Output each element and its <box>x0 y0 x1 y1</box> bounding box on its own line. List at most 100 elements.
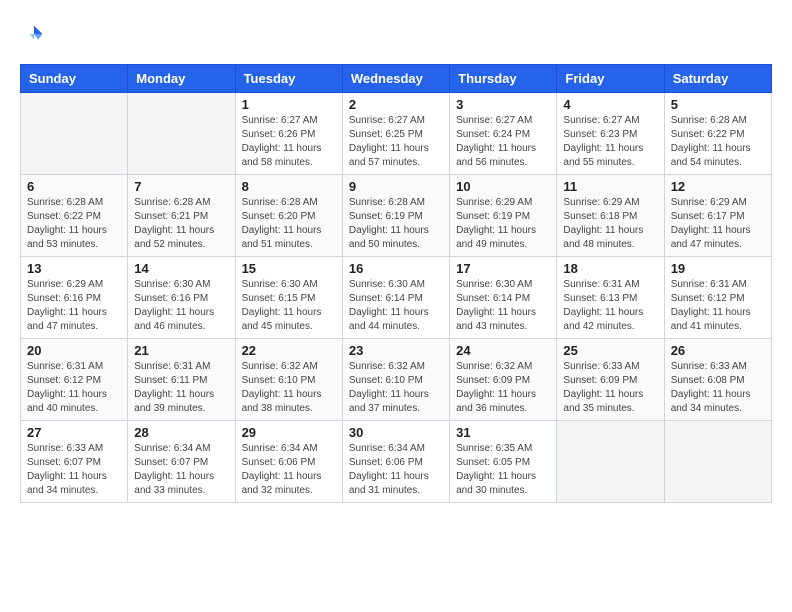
calendar-cell: 4 Sunrise: 6:27 AMSunset: 6:23 PMDaylight… <box>557 93 664 175</box>
day-number: 28 <box>134 425 228 440</box>
cell-content: Sunrise: 6:31 AMSunset: 6:13 PMDaylight:… <box>563 278 657 334</box>
cell-content: Sunrise: 6:31 AMSunset: 6:12 PMDaylight:… <box>671 278 765 334</box>
cell-content: Sunrise: 6:33 AMSunset: 6:09 PMDaylight:… <box>563 360 657 416</box>
cell-content: Sunrise: 6:34 AMSunset: 6:06 PMDaylight:… <box>349 442 443 498</box>
day-number: 31 <box>456 425 550 440</box>
calendar-cell <box>21 93 128 175</box>
day-number: 24 <box>456 343 550 358</box>
calendar-cell: 16 Sunrise: 6:30 AMSunset: 6:14 PMDayligh… <box>342 257 449 339</box>
cell-content: Sunrise: 6:32 AMSunset: 6:09 PMDaylight:… <box>456 360 550 416</box>
calendar-week-3: 13Sunrise: 6:29 AMSunset: 6:16 PMDayligh… <box>21 257 772 339</box>
cell-content: Sunrise: 6:30 AMSunset: 6:14 PMDaylight:… <box>456 278 550 334</box>
calendar-header-row: SundayMondayTuesdayWednesdayThursdayFrid… <box>21 65 772 93</box>
calendar-cell: 20 Sunrise: 6:31 AMSunset: 6:12 PMDayligh… <box>21 339 128 421</box>
calendar-week-4: 20 Sunrise: 6:31 AMSunset: 6:12 PMDayligh… <box>21 339 772 421</box>
calendar-cell: 27 Sunrise: 6:33 AMSunset: 6:07 PMDayligh… <box>21 421 128 503</box>
cell-content: Sunrise: 6:28 AMSunset: 6:21 PMDaylight:… <box>134 196 228 252</box>
weekday-header-sunday: Sunday <box>21 65 128 93</box>
calendar-cell <box>557 421 664 503</box>
calendar-cell: 30 Sunrise: 6:34 AMSunset: 6:06 PMDayligh… <box>342 421 449 503</box>
day-number: 30 <box>349 425 443 440</box>
calendar-cell: 1 Sunrise: 6:27 AMSunset: 6:26 PMDaylight… <box>235 93 342 175</box>
day-number: 16 <box>349 261 443 276</box>
cell-content: Sunrise: 6:35 AMSunset: 6:05 PMDaylight:… <box>456 442 550 498</box>
cell-content: Sunrise: 6:30 AMSunset: 6:15 PMDaylight:… <box>242 278 336 334</box>
day-number: 20 <box>27 343 121 358</box>
day-number: 7 <box>134 179 228 194</box>
cell-content: Sunrise: 6:31 AMSunset: 6:12 PMDaylight:… <box>27 360 121 416</box>
day-number: 2 <box>349 97 443 112</box>
cell-content: Sunrise: 6:34 AMSunset: 6:06 PMDaylight:… <box>242 442 336 498</box>
day-number: 27 <box>27 425 121 440</box>
cell-content: Sunrise: 6:33 AMSunset: 6:08 PMDaylight:… <box>671 360 765 416</box>
day-number: 5 <box>671 97 765 112</box>
logo-icon <box>20 20 48 48</box>
calendar-cell: 31 Sunrise: 6:35 AMSunset: 6:05 PMDayligh… <box>450 421 557 503</box>
calendar-cell: 26 Sunrise: 6:33 AMSunset: 6:08 PMDayligh… <box>664 339 771 421</box>
calendar-cell: 8 Sunrise: 6:28 AMSunset: 6:20 PMDaylight… <box>235 175 342 257</box>
cell-content: Sunrise: 6:32 AMSunset: 6:10 PMDaylight:… <box>349 360 443 416</box>
day-number: 1 <box>242 97 336 112</box>
day-number: 21 <box>134 343 228 358</box>
calendar-week-1: 1 Sunrise: 6:27 AMSunset: 6:26 PMDaylight… <box>21 93 772 175</box>
calendar-cell: 6 Sunrise: 6:28 AMSunset: 6:22 PMDaylight… <box>21 175 128 257</box>
calendar-cell: 19 Sunrise: 6:31 AMSunset: 6:12 PMDayligh… <box>664 257 771 339</box>
calendar-cell: 14Sunrise: 6:30 AMSunset: 6:16 PMDayligh… <box>128 257 235 339</box>
day-number: 18 <box>563 261 657 276</box>
day-number: 10 <box>456 179 550 194</box>
day-number: 26 <box>671 343 765 358</box>
cell-content: Sunrise: 6:31 AMSunset: 6:11 PMDaylight:… <box>134 360 228 416</box>
day-number: 25 <box>563 343 657 358</box>
calendar-cell: 23 Sunrise: 6:32 AMSunset: 6:10 PMDayligh… <box>342 339 449 421</box>
weekday-header-wednesday: Wednesday <box>342 65 449 93</box>
cell-content: Sunrise: 6:28 AMSunset: 6:19 PMDaylight:… <box>349 196 443 252</box>
calendar-cell: 28 Sunrise: 6:34 AMSunset: 6:07 PMDayligh… <box>128 421 235 503</box>
calendar-cell: 29Sunrise: 6:34 AMSunset: 6:06 PMDayligh… <box>235 421 342 503</box>
cell-content: Sunrise: 6:34 AMSunset: 6:07 PMDaylight:… <box>134 442 228 498</box>
cell-content: Sunrise: 6:29 AMSunset: 6:19 PMDaylight:… <box>456 196 550 252</box>
cell-content: Sunrise: 6:29 AMSunset: 6:16 PMDaylight:… <box>27 278 121 334</box>
cell-content: Sunrise: 6:29 AMSunset: 6:17 PMDaylight:… <box>671 196 765 252</box>
weekday-header-monday: Monday <box>128 65 235 93</box>
cell-content: Sunrise: 6:32 AMSunset: 6:10 PMDaylight:… <box>242 360 336 416</box>
cell-content: Sunrise: 6:29 AMSunset: 6:18 PMDaylight:… <box>563 196 657 252</box>
calendar-cell: 3 Sunrise: 6:27 AMSunset: 6:24 PMDaylight… <box>450 93 557 175</box>
day-number: 11 <box>563 179 657 194</box>
cell-content: Sunrise: 6:33 AMSunset: 6:07 PMDaylight:… <box>27 442 121 498</box>
day-number: 12 <box>671 179 765 194</box>
weekday-header-tuesday: Tuesday <box>235 65 342 93</box>
day-number: 6 <box>27 179 121 194</box>
day-number: 14 <box>134 261 228 276</box>
calendar-cell: 22Sunrise: 6:32 AMSunset: 6:10 PMDayligh… <box>235 339 342 421</box>
cell-content: Sunrise: 6:28 AMSunset: 6:22 PMDaylight:… <box>27 196 121 252</box>
cell-content: Sunrise: 6:28 AMSunset: 6:20 PMDaylight:… <box>242 196 336 252</box>
calendar-cell: 21 Sunrise: 6:31 AMSunset: 6:11 PMDayligh… <box>128 339 235 421</box>
day-number: 9 <box>349 179 443 194</box>
calendar-cell <box>664 421 771 503</box>
calendar-cell: 15Sunrise: 6:30 AMSunset: 6:15 PMDayligh… <box>235 257 342 339</box>
cell-content: Sunrise: 6:27 AMSunset: 6:24 PMDaylight:… <box>456 114 550 170</box>
logo <box>20 20 52 48</box>
calendar-cell: 24 Sunrise: 6:32 AMSunset: 6:09 PMDayligh… <box>450 339 557 421</box>
calendar-cell: 5 Sunrise: 6:28 AMSunset: 6:22 PMDaylight… <box>664 93 771 175</box>
calendar-cell: 13Sunrise: 6:29 AMSunset: 6:16 PMDayligh… <box>21 257 128 339</box>
cell-content: Sunrise: 6:27 AMSunset: 6:23 PMDaylight:… <box>563 114 657 170</box>
cell-content: Sunrise: 6:30 AMSunset: 6:14 PMDaylight:… <box>349 278 443 334</box>
calendar-cell: 11 Sunrise: 6:29 AMSunset: 6:18 PMDayligh… <box>557 175 664 257</box>
day-number: 17 <box>456 261 550 276</box>
day-number: 19 <box>671 261 765 276</box>
weekday-header-saturday: Saturday <box>664 65 771 93</box>
calendar-week-2: 6 Sunrise: 6:28 AMSunset: 6:22 PMDaylight… <box>21 175 772 257</box>
calendar-cell: 7 Sunrise: 6:28 AMSunset: 6:21 PMDaylight… <box>128 175 235 257</box>
cell-content: Sunrise: 6:27 AMSunset: 6:26 PMDaylight:… <box>242 114 336 170</box>
weekday-header-friday: Friday <box>557 65 664 93</box>
calendar-cell: 2Sunrise: 6:27 AMSunset: 6:25 PMDaylight… <box>342 93 449 175</box>
calendar-cell: 17 Sunrise: 6:30 AMSunset: 6:14 PMDayligh… <box>450 257 557 339</box>
day-number: 23 <box>349 343 443 358</box>
cell-content: Sunrise: 6:28 AMSunset: 6:22 PMDaylight:… <box>671 114 765 170</box>
calendar-cell: 12 Sunrise: 6:29 AMSunset: 6:17 PMDayligh… <box>664 175 771 257</box>
day-number: 4 <box>563 97 657 112</box>
day-number: 3 <box>456 97 550 112</box>
calendar-cell <box>128 93 235 175</box>
day-number: 8 <box>242 179 336 194</box>
